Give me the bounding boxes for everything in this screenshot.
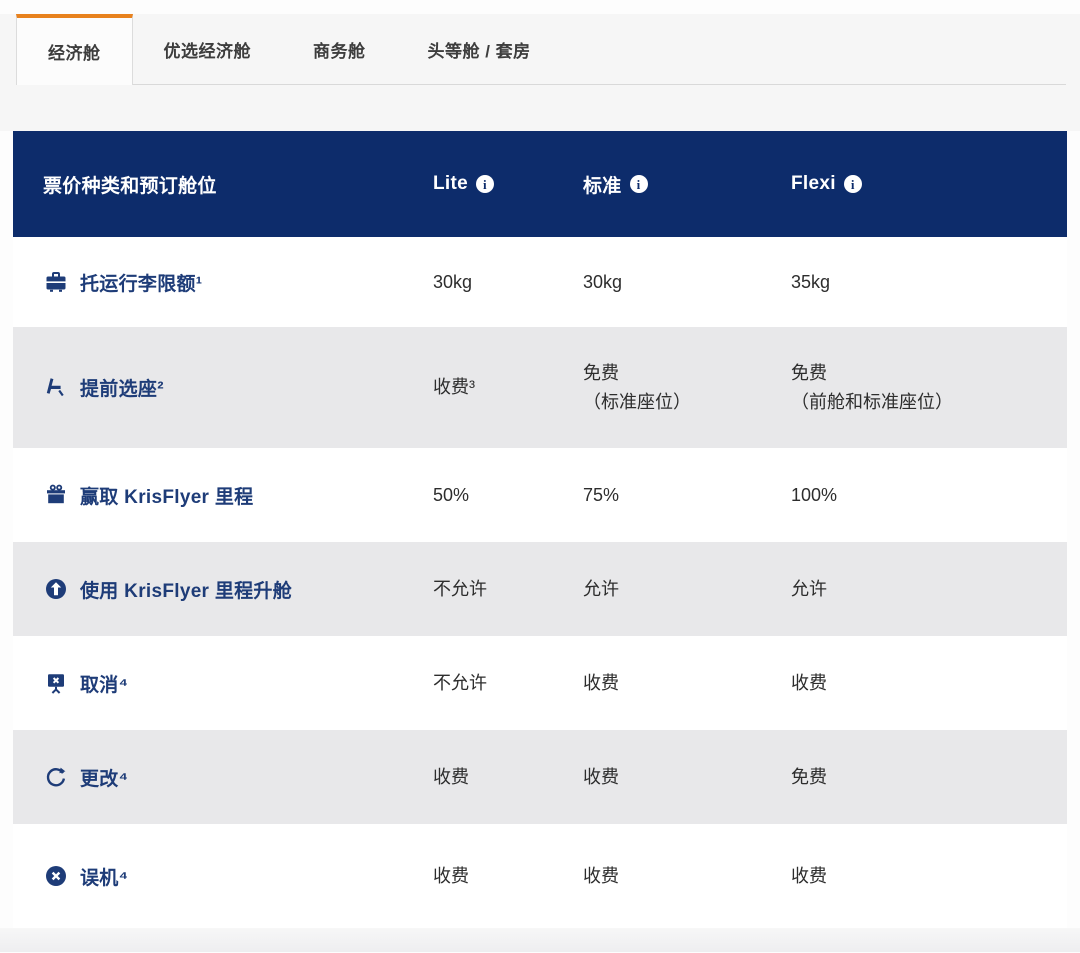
info-icon[interactable]: i bbox=[630, 175, 648, 193]
header-col-flexi: Flexi i bbox=[791, 173, 1067, 195]
table-row-earn-miles: 赢取 KrisFlyer 里程 50% 75% 100% bbox=[13, 448, 1067, 542]
cell-cancel-flexi: 收费 bbox=[791, 669, 1067, 698]
row-upgrade-label: 使用 KrisFlyer 里程升舱 bbox=[80, 576, 292, 603]
table-row-cancellation: 取消⁴ 不允许 收费 收费 bbox=[13, 636, 1067, 730]
table-row-change: 更改⁴ 收费 收费 免费 bbox=[13, 730, 1067, 824]
row-baggage-feature: 托运行李限额¹ bbox=[13, 269, 433, 296]
header-col-flexi-label: Flexi bbox=[791, 173, 836, 195]
cell-change-standard: 收费 bbox=[583, 763, 791, 792]
cell-noshow-flexi: 收费 bbox=[791, 862, 1067, 891]
suitcase-icon bbox=[43, 269, 69, 295]
seat-icon bbox=[43, 375, 69, 401]
cell-baggage-flexi: 35kg bbox=[791, 268, 1067, 297]
row-cancellation-feature: 取消⁴ bbox=[13, 670, 433, 697]
cell-cancel-lite: 不允许 bbox=[433, 669, 583, 698]
no-show-icon bbox=[43, 863, 69, 889]
row-no-show-feature: 误机⁴ bbox=[13, 863, 433, 890]
row-seat-feature: 提前选座² bbox=[13, 374, 433, 401]
cell-change-lite: 收费 bbox=[433, 763, 583, 792]
cell-earn-lite: 50% bbox=[433, 481, 583, 510]
info-icon[interactable]: i bbox=[844, 175, 862, 193]
row-seat-label: 提前选座² bbox=[80, 374, 164, 401]
cell-baggage-standard: 30kg bbox=[583, 268, 791, 297]
row-change-feature: 更改⁴ bbox=[13, 764, 433, 791]
fare-comparison-table: 票价种类和预订舱位 Lite i 标准 i Flexi i bbox=[13, 131, 1067, 928]
row-upgrade-feature: 使用 KrisFlyer 里程升舱 bbox=[13, 576, 433, 603]
tab-business-label: 商务舱 bbox=[313, 37, 366, 62]
header-col-standard-label: 标准 bbox=[583, 171, 622, 198]
cell-upgrade-flexi: 允许 bbox=[791, 575, 1067, 604]
cell-earn-flexi: 100% bbox=[791, 481, 1067, 510]
info-icon[interactable]: i bbox=[476, 175, 494, 193]
row-change-label: 更改⁴ bbox=[80, 764, 128, 791]
header-col-lite-label: Lite bbox=[433, 173, 468, 195]
page-footer-strip bbox=[0, 928, 1080, 952]
row-baggage-label: 托运行李限额¹ bbox=[80, 269, 202, 296]
cell-change-flexi: 免费 bbox=[791, 763, 1067, 792]
cell-baggage-lite: 30kg bbox=[433, 268, 583, 297]
cabin-class-tab-band: 经济舱 优选经济舱 商务舱 头等舱 / 套房 bbox=[0, 14, 1080, 131]
cell-earn-standard: 75% bbox=[583, 481, 791, 510]
tab-first-suites[interactable]: 头等舱 / 套房 bbox=[397, 14, 562, 84]
header-col-lite: Lite i bbox=[433, 173, 583, 195]
row-earn-miles-label: 赢取 KrisFlyer 里程 bbox=[80, 482, 253, 509]
tab-premium-economy[interactable]: 优选经济舱 bbox=[133, 14, 283, 84]
row-no-show-label: 误机⁴ bbox=[80, 863, 128, 890]
fare-table-header-row: 票价种类和预订舱位 Lite i 标准 i Flexi i bbox=[13, 131, 1067, 237]
gift-icon bbox=[43, 482, 69, 508]
tab-economy-label: 经济舱 bbox=[48, 39, 101, 64]
cell-seat-standard: 免费 （标准座位） bbox=[583, 359, 791, 417]
cancel-board-icon bbox=[43, 670, 69, 696]
cell-cancel-standard: 收费 bbox=[583, 669, 791, 698]
tab-first-suites-label: 头等舱 / 套房 bbox=[428, 37, 531, 62]
change-refresh-icon bbox=[43, 764, 69, 790]
tab-economy[interactable]: 经济舱 bbox=[16, 14, 133, 85]
header-feature-column: 票价种类和预订舱位 bbox=[13, 171, 433, 198]
cabin-class-tabs: 经济舱 优选经济舱 商务舱 头等舱 / 套房 bbox=[16, 14, 1066, 85]
row-earn-miles-feature: 赢取 KrisFlyer 里程 bbox=[13, 482, 433, 509]
cell-upgrade-standard: 允许 bbox=[583, 575, 791, 604]
upgrade-circle-icon bbox=[43, 576, 69, 602]
row-cancellation-label: 取消⁴ bbox=[80, 670, 128, 697]
cell-upgrade-lite: 不允许 bbox=[433, 575, 583, 604]
tab-business[interactable]: 商务舱 bbox=[282, 14, 397, 84]
cell-noshow-lite: 收费 bbox=[433, 862, 583, 891]
table-row-no-show: 误机⁴ 收费 收费 收费 bbox=[13, 824, 1067, 928]
table-row-baggage: 托运行李限额¹ 30kg 30kg 35kg bbox=[13, 237, 1067, 327]
table-row-upgrade: 使用 KrisFlyer 里程升舱 不允许 允许 允许 bbox=[13, 542, 1067, 636]
cell-seat-flexi: 免费 （前舱和标准座位） bbox=[791, 359, 1067, 417]
header-col-standard: 标准 i bbox=[583, 171, 791, 198]
cell-noshow-standard: 收费 bbox=[583, 862, 791, 891]
cell-seat-lite: 收费³ bbox=[433, 373, 583, 402]
table-row-seat-selection: 提前选座² 收费³ 免费 （标准座位） 免费 （前舱和标准座位） bbox=[13, 327, 1067, 448]
tab-premium-economy-label: 优选经济舱 bbox=[164, 37, 252, 62]
